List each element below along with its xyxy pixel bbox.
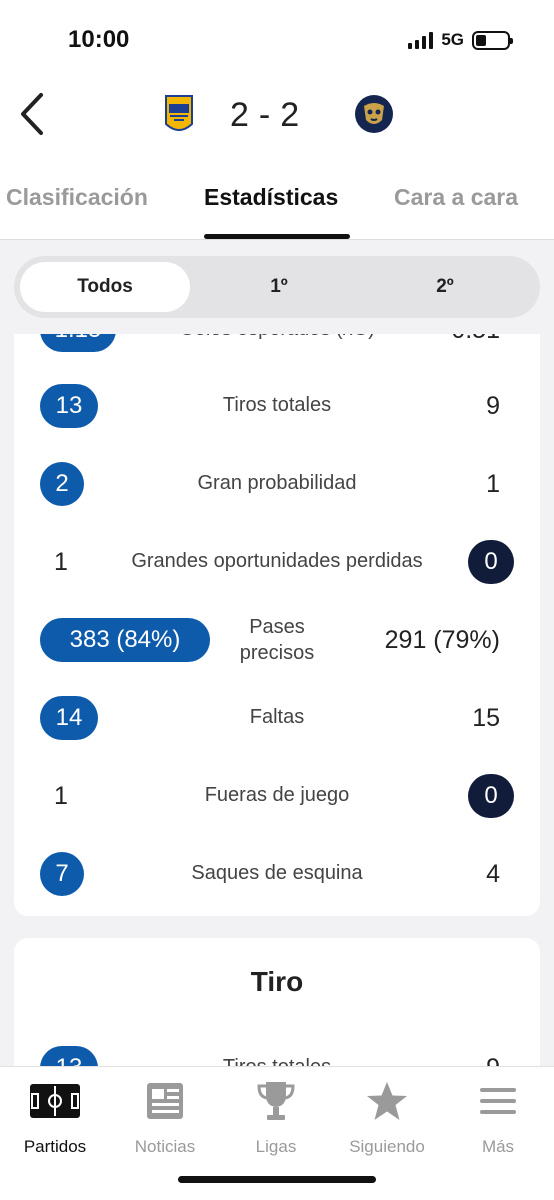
tab-estadisticas[interactable]: Estadísticas [204, 184, 338, 211]
segment-first-half[interactable]: 1º [204, 262, 354, 312]
score-separator: - [258, 96, 281, 134]
stat-label: Gran probabilidad [197, 472, 357, 494]
battery-icon [472, 30, 513, 50]
stat-label: Tiros totales [222, 394, 332, 416]
stat-row-saques-de-esquina: 7 Saques de esquina 4 [14, 844, 540, 904]
menu-icon [443, 1079, 553, 1123]
stats-card: 1.15 Goles esperados (xG) 0.51 13 Tiros … [14, 300, 540, 916]
stat-label: Pases precisos [214, 614, 340, 666]
home-value: 2 [55, 470, 69, 497]
home-value-pill: 2 [40, 462, 84, 506]
home-value: 13 [55, 392, 83, 419]
away-value: 1 [486, 470, 500, 498]
stat-label-line: Pases [249, 616, 305, 638]
chevron-left-icon [21, 93, 43, 135]
match-score: 2-2 [230, 96, 309, 135]
nav-noticias[interactable]: Noticias [110, 1079, 220, 1157]
home-score: 2 [230, 96, 259, 134]
nav-label: Ligas [255, 1137, 297, 1156]
nav-label: Noticias [134, 1137, 196, 1156]
away-value: 4 [486, 860, 500, 888]
away-value-pill: 0 [468, 540, 514, 584]
nav-label: Siguiendo [349, 1137, 425, 1156]
nav-label: Más [481, 1137, 515, 1156]
away-score: 2 [280, 96, 310, 134]
back-button[interactable] [12, 90, 52, 138]
stat-row-faltas: 14 Faltas 15 [14, 688, 540, 748]
status-time: 10:00 [68, 26, 130, 53]
home-value-pill: 13 [40, 384, 98, 428]
nav-ligas[interactable]: Ligas [221, 1079, 331, 1157]
nav-mas[interactable]: Más [443, 1079, 553, 1157]
stat-label: Grandes oportunidades perdidas [131, 550, 423, 572]
section-title: Tiro [250, 966, 304, 997]
status-bar: 10:00 5G [0, 0, 554, 80]
home-value: 7 [55, 860, 69, 887]
stat-label-line: precisos [239, 642, 315, 664]
home-value: 14 [55, 704, 83, 731]
home-indicator [178, 1176, 376, 1183]
away-team-logo[interactable] [354, 94, 394, 134]
nav-label: Partidos [23, 1137, 87, 1156]
stat-row-oportunidades-perdidas: 1 Grandes oportunidades perdidas 0 [14, 532, 540, 592]
tab-cara-a-cara[interactable]: Cara a cara [394, 184, 518, 211]
home-value: 383 (84%) [69, 626, 181, 653]
stat-row-fueras-de-juego: 1 Fueras de juego 0 [14, 766, 540, 826]
match-tabs: Clasificación Estadísticas Cara a cara [0, 160, 554, 240]
away-value-pill: 0 [468, 774, 514, 818]
active-tab-indicator [204, 234, 350, 239]
period-filter: Todos 1º 2º [0, 240, 554, 334]
away-value: 15 [472, 704, 500, 732]
away-value: 0 [484, 548, 498, 575]
segmented-control: Todos 1º 2º [14, 256, 540, 318]
news-icon [110, 1079, 220, 1123]
home-value-pill: 383 (84%) [40, 618, 210, 662]
segment-second-half[interactable]: 2º [370, 262, 520, 312]
stat-label: Faltas [249, 706, 305, 728]
home-value-pill: 14 [40, 696, 98, 740]
status-indicators: 5G [408, 30, 513, 50]
away-value: 9 [486, 392, 500, 420]
pitch-icon [0, 1079, 110, 1123]
match-header: 2-2 [0, 80, 554, 160]
signal-icon [408, 31, 434, 49]
network-type: 5G [441, 30, 464, 49]
trophy-icon [221, 1079, 331, 1123]
away-value: 0 [484, 782, 498, 809]
stat-label: Fueras de juego [204, 784, 350, 806]
star-icon [332, 1079, 442, 1123]
home-value: 1 [54, 782, 68, 810]
stat-label: Saques de esquina [191, 862, 363, 884]
nav-siguiendo[interactable]: Siguiendo [332, 1079, 442, 1157]
segment-todos[interactable]: Todos [20, 262, 190, 312]
stat-row-tiros-totales: 13 Tiros totales 9 [14, 376, 540, 436]
away-value: 291 (79%) [384, 626, 500, 654]
nav-partidos[interactable]: Partidos [0, 1079, 110, 1157]
stat-row-gran-probabilidad: 2 Gran probabilidad 1 [14, 454, 540, 514]
home-team-logo[interactable] [164, 94, 194, 136]
stat-row-pases-precisos: 383 (84%) Pases precisos 291 (79%) [14, 610, 540, 680]
home-value-pill: 7 [40, 852, 84, 896]
home-value: 1 [54, 548, 68, 576]
tab-clasificacion[interactable]: Clasificación [6, 184, 148, 211]
